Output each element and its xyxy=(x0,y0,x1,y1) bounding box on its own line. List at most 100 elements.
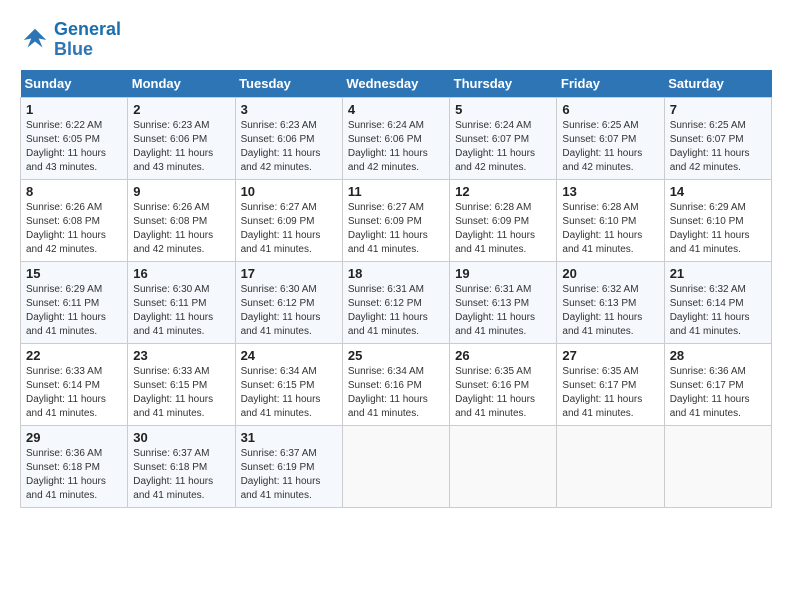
day-number: 3 xyxy=(241,102,337,117)
calendar-cell: 21 Sunrise: 6:32 AM Sunset: 6:14 PM Dayli… xyxy=(664,261,771,343)
day-info: Sunrise: 6:25 AM Sunset: 6:07 PM Dayligh… xyxy=(562,119,658,175)
calendar-cell: 24Sunrise: 6:34 AM Sunset: 6:15 PM Dayli… xyxy=(235,343,342,425)
calendar-week-row: 29Sunrise: 6:36 AM Sunset: 6:18 PM Dayli… xyxy=(21,425,772,507)
day-info: Sunrise: 6:36 AM Sunset: 6:17 PM Dayligh… xyxy=(670,365,766,421)
day-number: 22 xyxy=(26,348,122,363)
calendar-cell: 20 Sunrise: 6:32 AM Sunset: 6:13 PM Dayli… xyxy=(557,261,664,343)
day-info: Sunrise: 6:31 AM Sunset: 6:12 PM Dayligh… xyxy=(348,283,444,339)
day-number: 7 xyxy=(670,102,766,117)
day-number: 29 xyxy=(26,430,122,445)
day-info: Sunrise: 6:24 AM Sunset: 6:07 PM Dayligh… xyxy=(455,119,551,175)
calendar-cell xyxy=(342,425,449,507)
logo-icon xyxy=(20,25,50,55)
day-info: Sunrise: 6:26 AM Sunset: 6:08 PM Dayligh… xyxy=(26,201,122,257)
day-number: 18 xyxy=(348,266,444,281)
day-header-tuesday: Tuesday xyxy=(235,70,342,98)
calendar-cell: 19 Sunrise: 6:31 AM Sunset: 6:13 PM Dayli… xyxy=(450,261,557,343)
day-info: Sunrise: 6:30 AM Sunset: 6:11 PM Dayligh… xyxy=(133,283,229,339)
day-info: Sunrise: 6:34 AM Sunset: 6:16 PM Dayligh… xyxy=(348,365,444,421)
calendar-cell: 11 Sunrise: 6:27 AM Sunset: 6:09 PM Dayli… xyxy=(342,179,449,261)
day-info: Sunrise: 6:32 AM Sunset: 6:14 PM Dayligh… xyxy=(670,283,766,339)
day-number: 17 xyxy=(241,266,337,281)
day-header-friday: Friday xyxy=(557,70,664,98)
calendar-week-row: 8 Sunrise: 6:26 AM Sunset: 6:08 PM Daylig… xyxy=(21,179,772,261)
day-number: 11 xyxy=(348,184,444,199)
day-info: Sunrise: 6:23 AM Sunset: 6:06 PM Dayligh… xyxy=(241,119,337,175)
day-number: 12 xyxy=(455,184,551,199)
calendar-cell: 8 Sunrise: 6:26 AM Sunset: 6:08 PM Daylig… xyxy=(21,179,128,261)
day-info: Sunrise: 6:28 AM Sunset: 6:10 PM Dayligh… xyxy=(562,201,658,257)
logo: General Blue xyxy=(20,20,121,60)
calendar-cell: 16 Sunrise: 6:30 AM Sunset: 6:11 PM Dayli… xyxy=(128,261,235,343)
day-number: 19 xyxy=(455,266,551,281)
day-info: Sunrise: 6:35 AM Sunset: 6:17 PM Dayligh… xyxy=(562,365,658,421)
calendar-cell: 9 Sunrise: 6:26 AM Sunset: 6:08 PM Daylig… xyxy=(128,179,235,261)
day-number: 2 xyxy=(133,102,229,117)
day-info: Sunrise: 6:26 AM Sunset: 6:08 PM Dayligh… xyxy=(133,201,229,257)
day-number: 28 xyxy=(670,348,766,363)
calendar-cell: 4 Sunrise: 6:24 AM Sunset: 6:06 PM Daylig… xyxy=(342,97,449,179)
logo-text: General Blue xyxy=(54,20,121,60)
calendar-cell: 5 Sunrise: 6:24 AM Sunset: 6:07 PM Daylig… xyxy=(450,97,557,179)
day-info: Sunrise: 6:30 AM Sunset: 6:12 PM Dayligh… xyxy=(241,283,337,339)
day-info: Sunrise: 6:32 AM Sunset: 6:13 PM Dayligh… xyxy=(562,283,658,339)
calendar-cell: 3 Sunrise: 6:23 AM Sunset: 6:06 PM Daylig… xyxy=(235,97,342,179)
day-number: 13 xyxy=(562,184,658,199)
day-number: 8 xyxy=(26,184,122,199)
calendar-week-row: 1 Sunrise: 6:22 AM Sunset: 6:05 PM Daylig… xyxy=(21,97,772,179)
day-info: Sunrise: 6:27 AM Sunset: 6:09 PM Dayligh… xyxy=(241,201,337,257)
calendar-cell: 13 Sunrise: 6:28 AM Sunset: 6:10 PM Dayli… xyxy=(557,179,664,261)
calendar-cell: 23Sunrise: 6:33 AM Sunset: 6:15 PM Dayli… xyxy=(128,343,235,425)
day-info: Sunrise: 6:23 AM Sunset: 6:06 PM Dayligh… xyxy=(133,119,229,175)
day-header-saturday: Saturday xyxy=(664,70,771,98)
calendar-cell xyxy=(557,425,664,507)
calendar-cell: 17 Sunrise: 6:30 AM Sunset: 6:12 PM Dayli… xyxy=(235,261,342,343)
day-info: Sunrise: 6:27 AM Sunset: 6:09 PM Dayligh… xyxy=(348,201,444,257)
day-number: 1 xyxy=(26,102,122,117)
day-info: Sunrise: 6:28 AM Sunset: 6:09 PM Dayligh… xyxy=(455,201,551,257)
day-info: Sunrise: 6:25 AM Sunset: 6:07 PM Dayligh… xyxy=(670,119,766,175)
day-number: 24 xyxy=(241,348,337,363)
day-number: 31 xyxy=(241,430,337,445)
day-header-monday: Monday xyxy=(128,70,235,98)
calendar-cell: 27 Sunrise: 6:35 AM Sunset: 6:17 PM Dayli… xyxy=(557,343,664,425)
calendar-week-row: 15Sunrise: 6:29 AM Sunset: 6:11 PM Dayli… xyxy=(21,261,772,343)
calendar-cell xyxy=(450,425,557,507)
day-info: Sunrise: 6:35 AM Sunset: 6:16 PM Dayligh… xyxy=(455,365,551,421)
calendar-cell: 2 Sunrise: 6:23 AM Sunset: 6:06 PM Daylig… xyxy=(128,97,235,179)
calendar-cell: 26 Sunrise: 6:35 AM Sunset: 6:16 PM Dayli… xyxy=(450,343,557,425)
day-number: 4 xyxy=(348,102,444,117)
calendar-cell: 1 Sunrise: 6:22 AM Sunset: 6:05 PM Daylig… xyxy=(21,97,128,179)
calendar-cell: 7 Sunrise: 6:25 AM Sunset: 6:07 PM Daylig… xyxy=(664,97,771,179)
calendar-table: SundayMondayTuesdayWednesdayThursdayFrid… xyxy=(20,70,772,508)
calendar-cell: 14Sunrise: 6:29 AM Sunset: 6:10 PM Dayli… xyxy=(664,179,771,261)
day-number: 21 xyxy=(670,266,766,281)
calendar-cell: 12 Sunrise: 6:28 AM Sunset: 6:09 PM Dayli… xyxy=(450,179,557,261)
day-number: 9 xyxy=(133,184,229,199)
day-info: Sunrise: 6:29 AM Sunset: 6:10 PM Dayligh… xyxy=(670,201,766,257)
day-number: 30 xyxy=(133,430,229,445)
day-number: 15 xyxy=(26,266,122,281)
day-info: Sunrise: 6:22 AM Sunset: 6:05 PM Dayligh… xyxy=(26,119,122,175)
calendar-cell: 30Sunrise: 6:37 AM Sunset: 6:18 PM Dayli… xyxy=(128,425,235,507)
day-number: 25 xyxy=(348,348,444,363)
day-number: 5 xyxy=(455,102,551,117)
calendar-cell: 6 Sunrise: 6:25 AM Sunset: 6:07 PM Daylig… xyxy=(557,97,664,179)
calendar-cell xyxy=(664,425,771,507)
calendar-cell: 15Sunrise: 6:29 AM Sunset: 6:11 PM Dayli… xyxy=(21,261,128,343)
calendar-header-row: SundayMondayTuesdayWednesdayThursdayFrid… xyxy=(21,70,772,98)
day-header-wednesday: Wednesday xyxy=(342,70,449,98)
day-number: 26 xyxy=(455,348,551,363)
day-info: Sunrise: 6:33 AM Sunset: 6:15 PM Dayligh… xyxy=(133,365,229,421)
day-header-sunday: Sunday xyxy=(21,70,128,98)
day-number: 10 xyxy=(241,184,337,199)
day-info: Sunrise: 6:24 AM Sunset: 6:06 PM Dayligh… xyxy=(348,119,444,175)
day-info: Sunrise: 6:31 AM Sunset: 6:13 PM Dayligh… xyxy=(455,283,551,339)
day-number: 6 xyxy=(562,102,658,117)
calendar-cell: 18 Sunrise: 6:31 AM Sunset: 6:12 PM Dayli… xyxy=(342,261,449,343)
calendar-week-row: 22Sunrise: 6:33 AM Sunset: 6:14 PM Dayli… xyxy=(21,343,772,425)
day-number: 27 xyxy=(562,348,658,363)
day-number: 16 xyxy=(133,266,229,281)
calendar-cell: 31Sunrise: 6:37 AM Sunset: 6:19 PM Dayli… xyxy=(235,425,342,507)
day-number: 20 xyxy=(562,266,658,281)
